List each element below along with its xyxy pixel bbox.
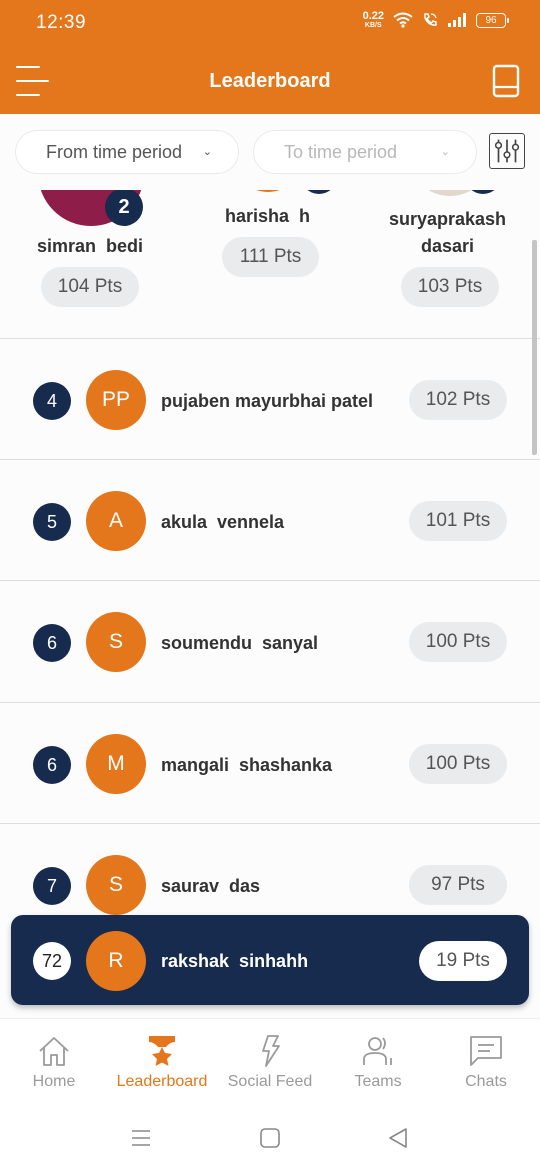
points-pill: 111 Pts xyxy=(222,237,319,277)
user-name: saurav das xyxy=(161,876,261,896)
avatar-initials: S xyxy=(86,612,146,672)
to-time-period-select[interactable]: To time period ⌄ xyxy=(253,130,477,174)
nav-label: Teams xyxy=(354,1073,402,1090)
points-pill: 97 Pts xyxy=(409,865,507,905)
leaderboard-row[interactable]: 5 A akula vennela 101 Pts xyxy=(0,459,540,580)
points-pill: 100 Pts xyxy=(409,622,507,662)
book-icon[interactable] xyxy=(492,64,520,98)
battery-indicator: 96 xyxy=(476,12,509,28)
podium-name: suryaprakash dasari xyxy=(388,209,507,256)
scrollbar[interactable] xyxy=(532,240,537,455)
leaderboard-screen: 12:39 0.22 KB/S 96 Leaderboard From time… xyxy=(0,0,540,1170)
user-name: soumendu sanyal xyxy=(161,633,319,653)
network-speed: 0.22 KB/S xyxy=(362,10,384,30)
leaderboard-row[interactable]: 6 M mangali shashanka 100 Pts xyxy=(0,702,540,823)
nav-chats[interactable]: Chats xyxy=(432,1019,540,1104)
rank-badge: 2 xyxy=(105,188,143,226)
points-pill: 102 Pts xyxy=(409,380,507,420)
points-pill: 100 Pts xyxy=(409,744,507,784)
chevron-down-icon: ⌄ xyxy=(202,146,212,158)
people-icon xyxy=(363,1037,392,1065)
nav-label: Chats xyxy=(465,1073,507,1090)
user-name: akula vennela xyxy=(161,512,285,532)
wifi-icon xyxy=(393,12,413,28)
points-pill: 103 Pts xyxy=(401,267,499,307)
filter-bar: From time period ⌄ To time period ⌄ xyxy=(0,114,540,190)
avatar-initials: A xyxy=(86,491,146,551)
avatar-initials: M xyxy=(86,734,146,794)
nav-label: Home xyxy=(32,1073,76,1090)
top-three-podium: 2 simran bedi 104 Pts harisha h 111 Pts … xyxy=(0,180,540,338)
user-name: rakshak sinhahh xyxy=(161,951,309,971)
rank-badge: 7 xyxy=(33,867,71,905)
nav-label: Leaderboard xyxy=(116,1073,208,1090)
podium-name: harisha h xyxy=(224,206,311,226)
points-pill: 101 Pts xyxy=(409,501,507,541)
rank-badge: 5 xyxy=(33,503,71,541)
from-time-period-select[interactable]: From time period ⌄ xyxy=(15,130,239,174)
chat-icon xyxy=(470,1036,502,1066)
status-icons: 0.22 KB/S 96 xyxy=(362,10,509,30)
user-name: mangali shashanka xyxy=(161,755,333,775)
avatar-initials: PP xyxy=(86,370,146,430)
status-time: 12:39 xyxy=(36,12,87,33)
user-name: pujaben mayurbhai patel xyxy=(161,391,374,411)
nav-label: Social Feed xyxy=(227,1073,313,1090)
trophy-star-icon xyxy=(149,1036,175,1066)
app-header: 12:39 0.22 KB/S 96 Leaderboard xyxy=(0,0,540,114)
network-speed-unit: KB/S xyxy=(364,22,382,29)
signal-icon xyxy=(448,13,466,27)
home-button-icon[interactable] xyxy=(258,1126,282,1150)
avatar-initials: S xyxy=(86,855,146,915)
rank-badge: 72 xyxy=(33,942,71,980)
home-icon xyxy=(39,1037,69,1066)
avatar-initials: R xyxy=(86,931,146,991)
rank-badge: 6 xyxy=(33,746,71,784)
leaderboard-row[interactable]: 4 PP pujaben mayurbhai patel 102 Pts xyxy=(0,338,540,459)
bottom-navigation: Home Leaderboard Social Feed Teams Chats xyxy=(0,1018,540,1104)
nav-social-feed[interactable]: Social Feed xyxy=(216,1019,324,1104)
lightning-icon xyxy=(262,1035,280,1067)
rank-badge: 4 xyxy=(33,382,71,420)
page-title: Leaderboard xyxy=(209,70,331,92)
rank-badge: 6 xyxy=(33,624,71,662)
points-pill: 104 Pts xyxy=(41,267,139,307)
sliders-icon[interactable] xyxy=(489,133,525,169)
back-icon[interactable] xyxy=(386,1126,410,1150)
nav-teams[interactable]: Teams xyxy=(324,1019,432,1104)
wifi-call-icon xyxy=(424,13,437,26)
to-time-period-placeholder: To time period xyxy=(284,141,398,162)
nav-home[interactable]: Home xyxy=(0,1019,108,1104)
recent-apps-icon[interactable] xyxy=(129,1126,153,1150)
leaderboard-row[interactable]: 6 S soumendu sanyal 100 Pts xyxy=(0,580,540,701)
system-navigation-bar xyxy=(0,1104,540,1170)
points-pill: 19 Pts xyxy=(419,941,507,981)
chevron-down-icon: ⌄ xyxy=(440,146,450,158)
current-user-row[interactable]: 72 R rakshak sinhahh 19 Pts xyxy=(11,915,529,1005)
podium-name: simran bedi xyxy=(36,236,144,256)
network-speed-value: 0.22 xyxy=(362,10,384,22)
nav-leaderboard[interactable]: Leaderboard xyxy=(108,1019,216,1104)
from-time-period-placeholder: From time period xyxy=(46,141,183,162)
